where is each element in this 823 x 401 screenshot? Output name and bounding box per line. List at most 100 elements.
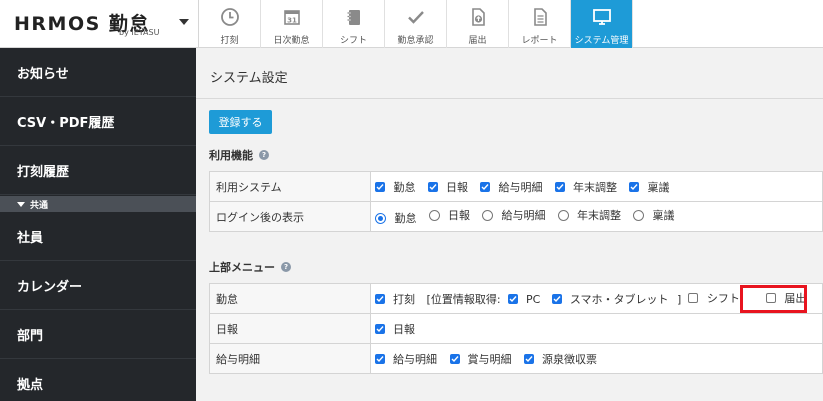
sidebar-item-label: お知らせ xyxy=(17,66,69,82)
sidebar-item-stamp-history[interactable]: 打刻履歴 xyxy=(0,146,196,195)
row-label: 日報 xyxy=(208,313,372,344)
menu-option-payslip[interactable]: 給与明細 xyxy=(375,351,437,367)
table-row: 給与明細 給与明細 賞与明細 源泉徴収票 xyxy=(208,343,823,374)
checkbox-checked[interactable] xyxy=(427,181,438,192)
location-bracket-close: ] xyxy=(677,293,682,306)
notebook-icon xyxy=(343,6,365,28)
sidebar-item-calendar[interactable]: カレンダー xyxy=(0,261,196,310)
register-button[interactable]: 登録する xyxy=(209,110,272,134)
nav-label: レポート xyxy=(521,36,558,46)
menu-option-nippo[interactable]: 日報 xyxy=(375,321,415,337)
row-label: ログイン後の表示 xyxy=(208,201,372,232)
sidebar-item-label: 部門 xyxy=(17,328,44,344)
checkbox-checked[interactable] xyxy=(629,181,640,192)
menu-option-bonus[interactable]: 賞与明細 xyxy=(449,351,512,367)
login-option-kintai[interactable]: 勤怠 xyxy=(375,210,416,226)
sidebar: お知らせ CSV・PDF履歴 打刻履歴 共通 社員 カレンダー 部門 拠点 xyxy=(0,48,196,401)
login-option-ringi[interactable]: 稟議 xyxy=(633,207,674,223)
checkbox[interactable] xyxy=(687,293,698,303)
nav-system-admin[interactable]: システム管理 xyxy=(571,0,633,48)
login-option-nippo[interactable]: 日報 xyxy=(428,207,470,223)
file-upload-icon xyxy=(467,6,489,28)
row-options: 勤怠 日報 給与明細 年末調整 稟議 xyxy=(370,171,823,202)
nav-label: システム管理 xyxy=(574,36,629,46)
menu-option-withholding[interactable]: 源泉徴収票 xyxy=(524,351,597,367)
login-option-payslip[interactable]: 給与明細 xyxy=(482,207,545,223)
page-header: システム設定 xyxy=(196,48,823,99)
system-option-kintai[interactable]: 勤怠 xyxy=(375,179,415,195)
nav-report[interactable]: レポート xyxy=(509,0,571,48)
clock-icon xyxy=(219,6,241,28)
checkbox-checked[interactable] xyxy=(554,181,565,192)
table-row: 利用システム 勤怠 日報 給与明細 年末調整 稟議 xyxy=(208,171,823,202)
svg-text:31: 31 xyxy=(287,17,297,25)
checkbox-checked[interactable] xyxy=(508,294,519,304)
top-menu-table: 勤怠 打刻 [位置情報取得: PC スマホ・タブレット ] シフト 届出 日報 … xyxy=(208,283,823,374)
login-option-year-end[interactable]: 年末調整 xyxy=(557,207,621,223)
checkbox-checked[interactable] xyxy=(480,181,491,192)
nav-label: 勤怠承認 xyxy=(397,36,434,46)
section-title-text: 利用機能 xyxy=(209,149,253,162)
features-table: 利用システム 勤怠 日報 給与明細 年末調整 稟議 ログイン後の表示 勤怠 日報… xyxy=(208,171,823,232)
nav-label: 日次勤怠 xyxy=(273,36,310,46)
sidebar-item-label: 社員 xyxy=(17,230,44,246)
app-logo-area[interactable]: HRMOS 勤怠 by IEYASU xyxy=(0,0,199,48)
checkbox-checked[interactable] xyxy=(375,294,386,304)
row-options: 日報 xyxy=(370,313,823,344)
radio[interactable] xyxy=(482,209,494,221)
location-option-pc[interactable]: PC xyxy=(508,293,540,306)
nav-approval[interactable]: 勤怠承認 xyxy=(385,0,447,48)
location-option-smartphone[interactable]: スマホ・タブレット xyxy=(551,291,669,307)
system-option-ringi[interactable]: 稟議 xyxy=(629,179,669,195)
radio[interactable] xyxy=(557,209,569,221)
sidebar-item-location[interactable]: 拠点 xyxy=(0,359,196,401)
sidebar-item-label: CSV・PDF履歴 xyxy=(17,115,115,131)
help-icon[interactable]: ? xyxy=(281,262,291,272)
system-option-year-end[interactable]: 年末調整 xyxy=(554,179,617,195)
sidebar-item-csv-pdf-history[interactable]: CSV・PDF履歴 xyxy=(0,97,196,146)
section-title-top-menu: 上部メニュー ? xyxy=(209,259,291,275)
radio-selected[interactable] xyxy=(375,212,387,224)
row-label: 勤怠 xyxy=(208,283,372,314)
caret-down-icon xyxy=(17,201,25,207)
monitor-icon xyxy=(591,6,613,28)
nav-daily-attendance[interactable]: 31 日次勤怠 xyxy=(261,0,323,48)
page-title: システム設定 xyxy=(210,71,288,86)
nav-label: シフト xyxy=(339,36,367,46)
checkbox-checked[interactable] xyxy=(449,353,460,364)
menu-option-dakoku[interactable]: 打刻 xyxy=(375,291,415,307)
checkbox-checked[interactable] xyxy=(375,323,386,334)
row-options: 勤怠 日報 給与明細 年末調整 稟議 xyxy=(370,201,823,232)
document-icon xyxy=(529,6,551,28)
table-row: ログイン後の表示 勤怠 日報 給与明細 年末調整 稟議 xyxy=(208,201,823,232)
checkbox-checked[interactable] xyxy=(375,181,386,192)
sidebar-item-label: 打刻履歴 xyxy=(17,164,70,180)
location-label: [位置情報取得: xyxy=(426,293,501,306)
section-title-text: 上部メニュー xyxy=(209,261,275,274)
sidebar-item-label: 拠点 xyxy=(17,377,44,393)
sidebar-section-common[interactable]: 共通 xyxy=(0,196,196,212)
nav-shift[interactable]: シフト xyxy=(323,0,385,48)
row-options: 給与明細 賞与明細 源泉徴収票 xyxy=(370,343,823,374)
nav-dakoku[interactable]: 打刻 xyxy=(199,0,261,48)
system-option-payslip[interactable]: 給与明細 xyxy=(480,179,542,195)
sidebar-item-department[interactable]: 部門 xyxy=(0,310,196,359)
row-label: 利用システム xyxy=(208,171,372,202)
chevron-down-icon[interactable] xyxy=(179,19,189,25)
system-option-nippo[interactable]: 日報 xyxy=(427,179,468,195)
radio[interactable] xyxy=(633,209,645,221)
radio[interactable] xyxy=(428,209,440,221)
help-icon[interactable]: ? xyxy=(259,150,269,160)
sidebar-item-employees[interactable]: 社員 xyxy=(0,212,196,261)
checkmark-icon xyxy=(405,6,427,28)
top-nav: 打刻 31 日次勤怠 シフト 勤怠承認 届出 レポート システム管理 xyxy=(199,0,823,48)
sidebar-item-news[interactable]: お知らせ xyxy=(0,48,196,97)
table-row: 日報 日報 xyxy=(208,313,823,344)
checkbox-checked[interactable] xyxy=(524,353,535,364)
menu-option-shift[interactable]: シフト xyxy=(687,290,740,306)
checkbox-checked[interactable] xyxy=(375,353,386,364)
nav-todokede[interactable]: 届出 xyxy=(447,0,509,48)
checkbox-checked[interactable] xyxy=(551,294,562,304)
highlight-box xyxy=(740,285,807,313)
table-row: 勤怠 打刻 [位置情報取得: PC スマホ・タブレット ] シフト 届出 xyxy=(208,283,823,314)
